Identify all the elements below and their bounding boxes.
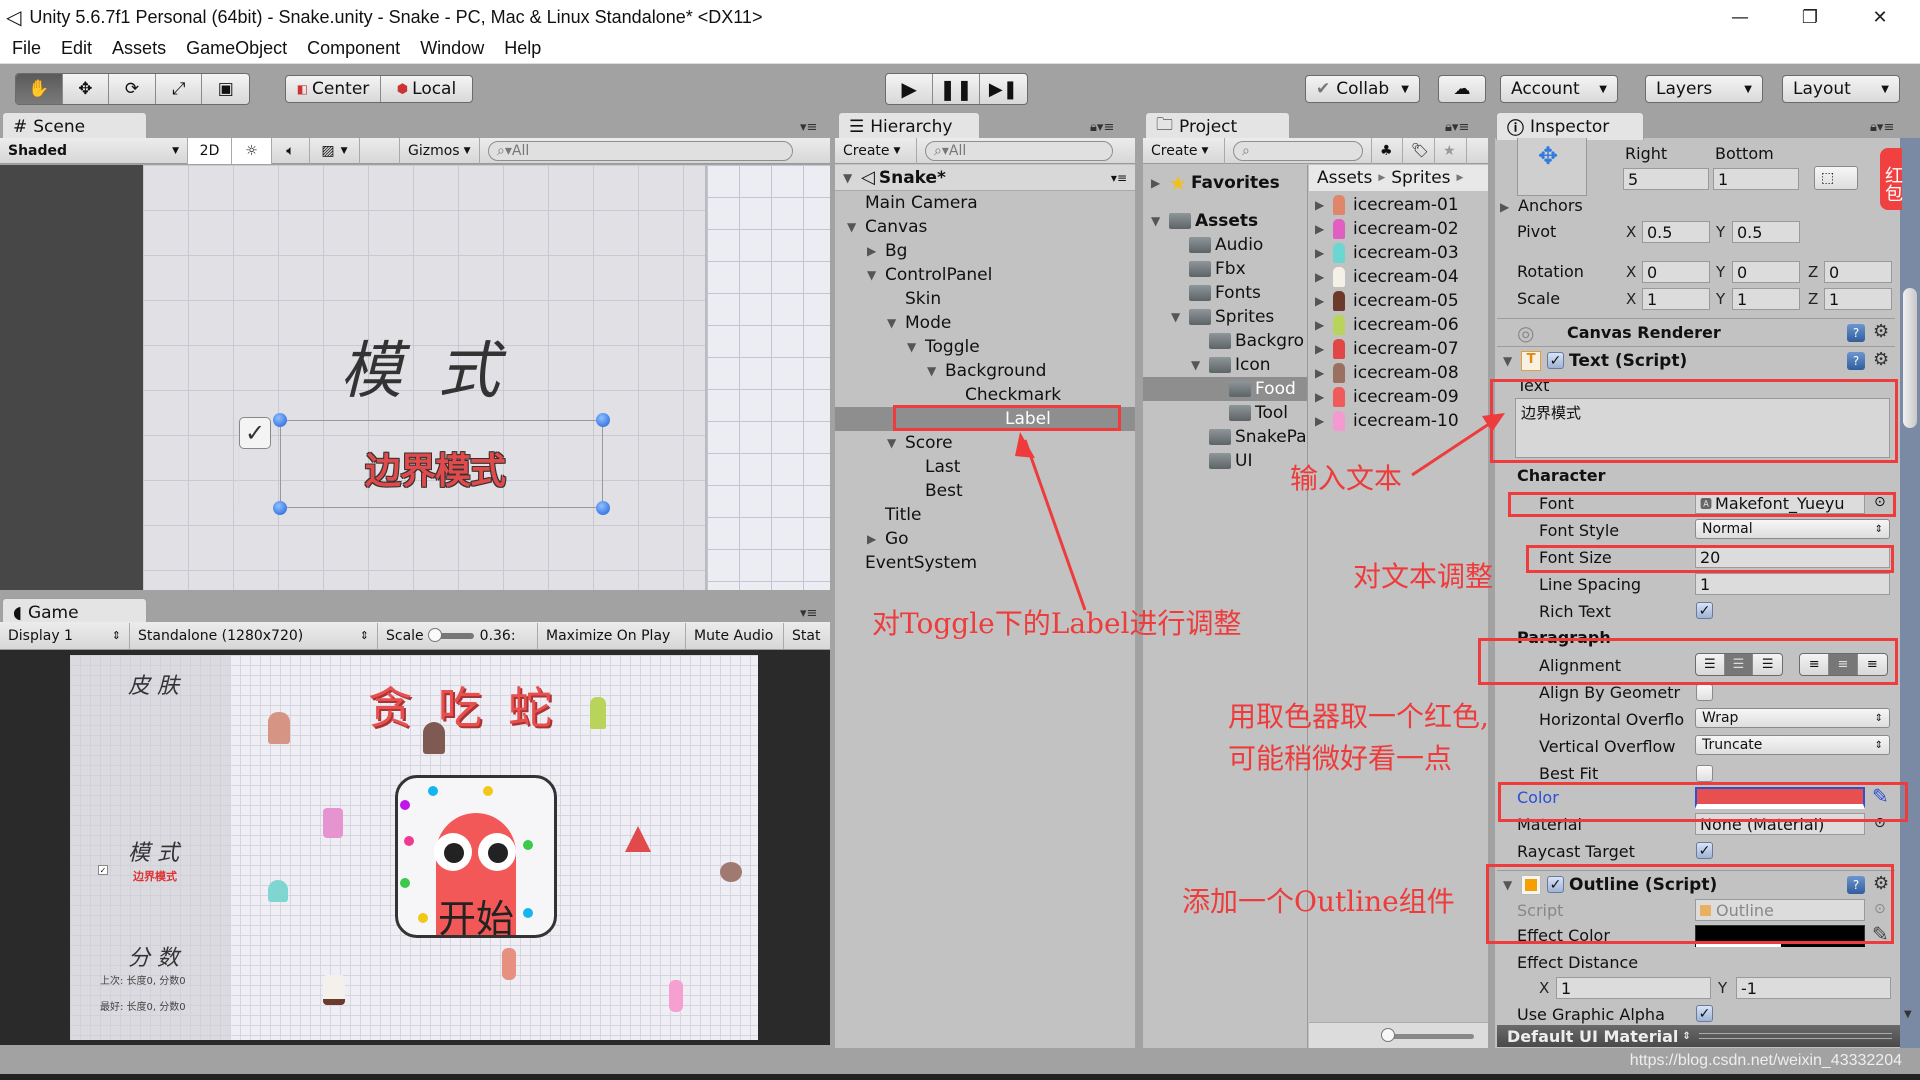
annotation-add-outline: 添加一个Outline组件 <box>1182 885 1455 918</box>
annotation-adjust-text: 对文本调整 <box>1353 560 1494 593</box>
annotation-pick-color-2: 可能稍微好看一点 <box>1228 742 1453 775</box>
arrow-to-text <box>1411 418 1496 477</box>
annotation-adjust-label: 对Toggle下的Label进行调整 <box>872 607 1242 640</box>
annotation-arrows <box>1015 413 1505 611</box>
arrow-head <box>1015 432 1035 458</box>
arrow-head <box>1482 413 1505 432</box>
annotation-input-text: 输入文本 <box>1290 462 1403 495</box>
annotation-pick-color-1: 用取色器取一个红色, <box>1228 700 1489 733</box>
arrow-to-label <box>1023 439 1087 611</box>
